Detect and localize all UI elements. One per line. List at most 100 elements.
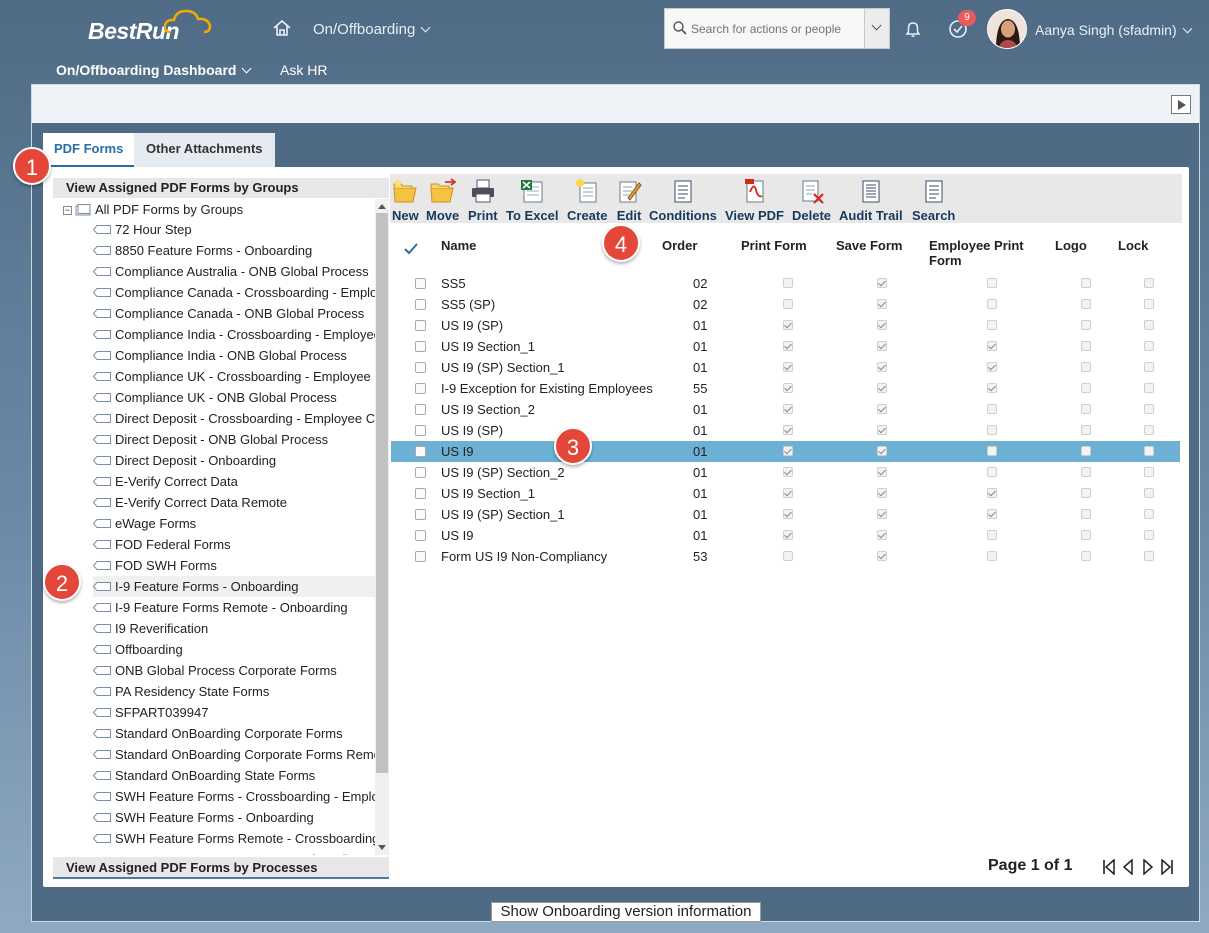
row-select-checkbox[interactable] (415, 488, 426, 499)
tree-item[interactable]: Compliance Canada - ONB Global Process (93, 303, 375, 324)
bestrun-logo[interactable]: BestRun (88, 9, 212, 45)
search-button[interactable]: Search (912, 176, 955, 223)
table-row[interactable]: US I9 (SP) Section_2 01 (391, 462, 1180, 483)
row-select-checkbox[interactable] (415, 278, 426, 289)
ask-hr-link[interactable]: Ask HR (280, 62, 327, 78)
tree-item[interactable]: I-9 Feature Forms Remote - Onboarding (93, 597, 375, 618)
form-name[interactable]: US I9 (SP) Section_1 (441, 360, 565, 375)
tree-item[interactable]: Standard OnBoarding State Forms (93, 765, 375, 786)
table-row[interactable]: US I9 01 (391, 525, 1180, 546)
user-menu[interactable]: Aanya Singh (sfadmin) (1035, 22, 1193, 38)
create-button[interactable]: Create (567, 176, 607, 223)
tree-item[interactable]: Compliance Australia - ONB Global Proces… (93, 261, 375, 282)
col-save-form[interactable]: Save Form (836, 238, 902, 253)
tree-item[interactable]: Direct Deposit - ONB Global Process (93, 429, 375, 450)
tree-item[interactable]: SWH Feature Forms Remote - Onboarding (93, 849, 375, 855)
col-name[interactable]: Name (441, 238, 476, 253)
row-select-checkbox[interactable] (415, 425, 426, 436)
table-row[interactable]: Form US I9 Non-Compliancy 53 (391, 546, 1180, 567)
tree-root[interactable]: − All PDF Forms by Groups (63, 202, 243, 217)
last-page-icon[interactable] (1160, 859, 1174, 875)
tree-item[interactable]: 8850 Feature Forms - Onboarding (93, 240, 375, 261)
col-employee-print-form[interactable]: Employee Print Form (929, 238, 1039, 268)
select-all-check-icon[interactable] (404, 243, 418, 255)
tree-item[interactable]: 72 Hour Step (93, 219, 375, 240)
home-icon[interactable] (272, 18, 292, 43)
tree-item[interactable]: FOD Federal Forms (93, 534, 375, 555)
tree-item[interactable]: SFPART039947 (93, 702, 375, 723)
tree-item[interactable]: Compliance UK - ONB Global Process (93, 387, 375, 408)
tree-item[interactable]: SWH Feature Forms Remote - Crossboarding (93, 828, 375, 849)
table-row[interactable]: US I9 (SP) 01 (391, 315, 1180, 336)
col-logo[interactable]: Logo (1055, 238, 1087, 253)
table-row[interactable]: US I9 (SP) Section_1 01 (391, 357, 1180, 378)
search-icon[interactable] (673, 21, 687, 35)
tree-item[interactable]: Standard OnBoarding Corporate Forms (93, 723, 375, 744)
tree-item[interactable]: Direct Deposit - Crossboarding - Employe… (93, 408, 375, 429)
table-row[interactable]: I-9 Exception for Existing Employees 55 (391, 378, 1180, 399)
tab-pdf-forms[interactable]: PDF Forms (43, 133, 135, 167)
avatar[interactable] (987, 9, 1027, 49)
col-lock[interactable]: Lock (1118, 238, 1148, 253)
table-row[interactable]: US I9 (SP) 01 (391, 420, 1180, 441)
tree-item[interactable]: Offboarding (93, 639, 375, 660)
previous-page-icon[interactable] (1122, 859, 1134, 875)
tree-item[interactable]: Direct Deposit - Onboarding (93, 450, 375, 471)
tree-item[interactable]: E-Verify Correct Data Remote (93, 492, 375, 513)
dashboard-menu[interactable]: On/Offboarding Dashboard (56, 62, 252, 78)
tree-item[interactable]: SWH Feature Forms - Onboarding (93, 807, 375, 828)
play-button[interactable] (1171, 95, 1191, 114)
tree-item[interactable]: Compliance Canada - Crossboarding - Empl… (93, 282, 375, 303)
next-page-icon[interactable] (1142, 859, 1154, 875)
tree-item[interactable]: I-9 Feature Forms - Onboarding (93, 576, 375, 597)
processes-panel-header[interactable]: View Assigned PDF Forms by Processes (53, 857, 389, 879)
module-switcher[interactable]: On/Offboarding (313, 21, 431, 38)
tree-item[interactable]: I9 Reverification (93, 618, 375, 639)
form-name[interactable]: US I9 (SP) Section_2 (441, 465, 565, 480)
tree-item[interactable]: PA Residency State Forms (93, 681, 375, 702)
form-name[interactable]: US I9 Section_1 (441, 486, 535, 501)
search-input[interactable] (691, 19, 856, 39)
form-name[interactable]: US I9 Section_1 (441, 339, 535, 354)
bell-icon[interactable] (903, 19, 923, 44)
scroll-down-icon[interactable] (378, 845, 386, 850)
tree-item[interactable]: SWH Feature Forms - Crossboarding - Empl… (93, 786, 375, 807)
row-select-checkbox[interactable] (415, 404, 426, 415)
groups-panel-header[interactable]: View Assigned PDF Forms by Groups (53, 178, 389, 198)
table-row[interactable]: US I9 Section_1 01 (391, 336, 1180, 357)
tree-item[interactable]: FOD SWH Forms (93, 555, 375, 576)
row-select-checkbox[interactable] (415, 467, 426, 478)
row-select-checkbox[interactable] (415, 341, 426, 352)
collapse-icon[interactable]: − (63, 206, 72, 216)
form-name[interactable]: US I9 (441, 444, 474, 459)
form-name[interactable]: US I9 (SP) (441, 423, 503, 438)
tab-other-attachments[interactable]: Other Attachments (135, 133, 274, 167)
print-button[interactable]: Print (468, 176, 498, 223)
version-info-link[interactable]: Show Onboarding version information (491, 902, 761, 922)
new-button[interactable]: New (392, 176, 419, 223)
delete-button[interactable]: Delete (792, 176, 831, 223)
form-name[interactable]: SS5 (SP) (441, 297, 495, 312)
table-row[interactable]: US I9 Section_1 01 (391, 483, 1180, 504)
row-select-checkbox[interactable] (415, 299, 426, 310)
form-name[interactable]: SS5 (441, 276, 466, 291)
table-row[interactable]: US I9 (SP) Section_1 01 (391, 504, 1180, 525)
conditions-button[interactable]: Conditions (649, 176, 717, 223)
scrollbar-thumb[interactable] (376, 213, 388, 773)
form-name[interactable]: US I9 (441, 528, 474, 543)
tree-item[interactable]: ONB Global Process Corporate Forms (93, 660, 375, 681)
tree-item[interactable]: Compliance India - Crossboarding - Emplo… (93, 324, 375, 345)
form-name[interactable]: US I9 (SP) (441, 318, 503, 333)
col-order[interactable]: Order (662, 238, 697, 253)
row-select-checkbox[interactable] (415, 551, 426, 562)
form-name[interactable]: US I9 Section_2 (441, 402, 535, 417)
tree-item[interactable]: Standard OnBoarding Corporate Forms Remo… (93, 744, 375, 765)
view-pdf-button[interactable]: View PDF (725, 176, 784, 223)
search-scope-dropdown[interactable] (864, 9, 889, 48)
table-row[interactable]: SS5 02 (391, 273, 1180, 294)
tree-item[interactable]: Compliance UK - Crossboarding - Employee (93, 366, 375, 387)
form-name[interactable]: I-9 Exception for Existing Employees (441, 381, 653, 396)
col-print-form[interactable]: Print Form (741, 238, 807, 253)
form-name[interactable]: US I9 (SP) Section_1 (441, 507, 565, 522)
row-select-checkbox[interactable] (415, 383, 426, 394)
